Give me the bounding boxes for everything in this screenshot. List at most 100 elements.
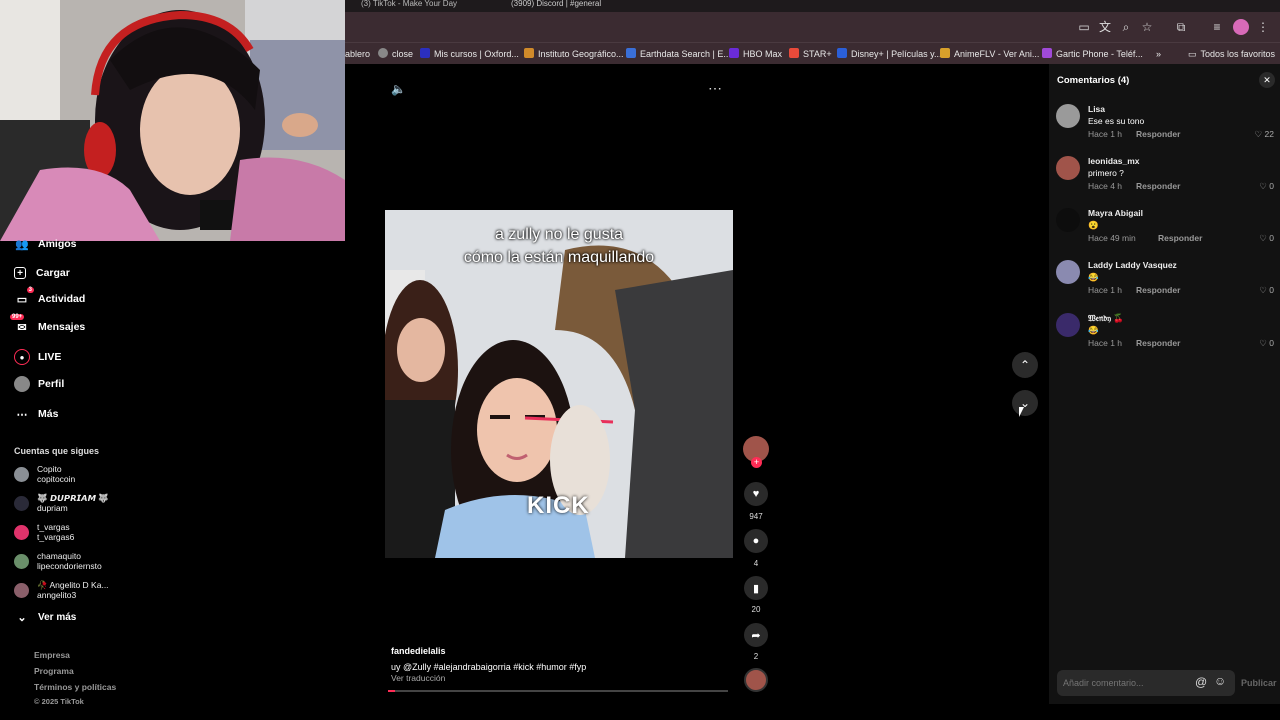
comment-like-button[interactable]: ♡ 0	[1259, 285, 1274, 296]
comment-user[interactable]: Mayra Abigail	[1088, 208, 1143, 218]
footer-link[interactable]: Programa	[34, 666, 74, 676]
avatar	[14, 553, 29, 569]
music-disc-icon[interactable]	[744, 668, 768, 692]
comment-like-button[interactable]: ♡ 22	[1255, 129, 1274, 140]
cast-icon[interactable]: ▭	[1076, 19, 1092, 35]
reply-button[interactable]: Responder	[1136, 285, 1180, 295]
avatar[interactable]	[1056, 260, 1080, 284]
sidebar-item-live[interactable]: ● LIVE	[14, 346, 61, 368]
comment-user[interactable]: Lisa	[1088, 104, 1105, 114]
previous-video-button[interactable]: ⌃	[1012, 352, 1038, 378]
footer-link[interactable]: Empresa	[34, 650, 70, 660]
notification-badge: 99+	[10, 314, 25, 320]
bookmark-item[interactable]: Gartic Phone - Teléf...	[1042, 46, 1143, 62]
video-author[interactable]: fandedielalis	[391, 646, 446, 656]
sidebar-item-friends[interactable]: 👥 Amigos	[14, 233, 76, 255]
see-more-button[interactable]: ⌄ Ver más	[14, 606, 76, 628]
browser-tab-tiktok[interactable]: (3) TikTok - Make Your Day	[355, 0, 495, 12]
webcam-overlay	[0, 0, 345, 241]
video-description[interactable]: uy @Zully #alejandrabaigorria #kick #hum…	[391, 662, 586, 672]
video-options-icon[interactable]: ⋯	[708, 80, 722, 97]
footer-link[interactable]: Términos y políticas	[34, 682, 116, 692]
video-progress-fill	[388, 690, 395, 692]
bookmark-star-icon[interactable]: ☆	[1139, 19, 1155, 35]
comment-like-button[interactable]: ♡ 0	[1259, 181, 1274, 192]
save-button[interactable]: ▮	[744, 576, 768, 600]
bookmark-item[interactable]: STAR+	[789, 46, 832, 62]
mention-icon[interactable]: @	[1195, 675, 1207, 689]
sidebar-item-messages[interactable]: ✉ 99+ Mensajes	[10, 314, 85, 338]
zoom-icon[interactable]: ⌕	[1118, 19, 1134, 35]
comment-time: Hace 4 h	[1088, 181, 1123, 191]
bookmarks-bar: ablero close Mis cursos | Oxford... Inst…	[345, 42, 1280, 64]
emoji-icon[interactable]: ☺	[1214, 674, 1226, 688]
extensions-icon[interactable]: ⧉	[1173, 19, 1189, 35]
comment-icon: ●	[752, 535, 760, 547]
avatar[interactable]	[1056, 104, 1080, 128]
bookmark-favicon-icon	[837, 48, 847, 58]
bookmark-favicon-icon	[524, 48, 534, 58]
bookmark-item[interactable]: HBO Max	[729, 46, 782, 62]
chevron-up-icon: ⌃	[1019, 358, 1031, 372]
comment-user[interactable]: 𝔚𝔢𝔫𝔡𝔶 🍒	[1088, 313, 1124, 324]
reply-button[interactable]: Responder	[1136, 181, 1180, 191]
translate-link[interactable]: Ver traducción	[391, 673, 445, 683]
share-button[interactable]: ➦	[744, 623, 768, 647]
publish-button[interactable]: Publicar	[1241, 678, 1277, 688]
browser-tab-discord[interactable]: (3909) Discord | #general	[505, 0, 645, 12]
profile-avatar-icon[interactable]	[1233, 19, 1249, 35]
video-caption-line: cómo la están maquillando	[463, 249, 655, 266]
follow-plus-icon[interactable]: +	[751, 457, 762, 468]
sidebar-item-more[interactable]: ⋯ Más	[14, 403, 59, 425]
comment-user[interactable]: Laddy Laddy Vasquez	[1088, 260, 1177, 270]
all-bookmarks-folder[interactable]: ▭ Todos los favoritos	[1188, 46, 1275, 62]
heart-outline-icon: ♡	[1259, 233, 1267, 243]
avatar[interactable]	[1056, 156, 1080, 180]
video-player[interactable]: a zully no le gusta cómo la están maquil…	[385, 210, 733, 558]
comment-input[interactable]	[1063, 675, 1189, 691]
comment-button[interactable]: ●	[744, 529, 768, 553]
comment-time: Hace 1 h	[1088, 338, 1123, 348]
avatar	[14, 466, 29, 482]
avatar[interactable]	[1056, 208, 1080, 232]
sidebar-item-upload[interactable]: + Cargar	[14, 262, 70, 284]
more-bookmarks-button[interactable]: »	[1156, 46, 1161, 62]
avatar[interactable]	[1056, 313, 1080, 337]
sidebar-item-profile[interactable]: Perfil	[14, 373, 64, 395]
reply-button[interactable]: Responder	[1158, 233, 1202, 243]
following-item[interactable]: Copito copitocoin	[14, 461, 75, 487]
browser-menu-icon[interactable]: ⋮	[1255, 19, 1271, 35]
bookmark-item[interactable]: ablero	[345, 46, 370, 62]
bookmark-item[interactable]: AnimeFLV - Ver Ani...	[940, 46, 1039, 62]
comment-like-button[interactable]: ♡ 0	[1259, 338, 1274, 349]
sidebar-item-activity[interactable]: ▭ 3 Actividad	[14, 287, 85, 310]
following-item[interactable]: t_vargas t_vargas6	[14, 519, 74, 545]
comment-text: 😂	[1088, 272, 1099, 282]
bookmark-item[interactable]: Mis cursos | Oxford...	[420, 46, 519, 62]
bookmark-item[interactable]: close	[378, 46, 413, 62]
next-video-button[interactable]: ⌄	[1012, 390, 1038, 416]
comment-text: 😮	[1088, 220, 1099, 230]
like-button[interactable]: ♥	[744, 482, 768, 506]
avatar	[14, 582, 29, 598]
translate-icon[interactable]: 文	[1097, 19, 1113, 35]
avatar	[14, 524, 29, 540]
video-progress-bar[interactable]	[388, 690, 728, 692]
volume-icon[interactable]: 🔈	[391, 82, 406, 96]
media-control-icon[interactable]: ≡	[1209, 19, 1225, 35]
save-count: 20	[751, 605, 761, 614]
avatar	[14, 495, 29, 511]
browser-tab-strip: (3) TikTok - Make Your Day (3909) Discor…	[345, 0, 1280, 12]
following-item[interactable]: 🥀 Angelito D Ka... anngelito3	[14, 577, 109, 603]
bookmark-item[interactable]: Instituto Geográfico...	[524, 46, 624, 62]
following-item[interactable]: chamaquito lipecondoriernsto	[14, 548, 102, 574]
mouse-cursor-icon	[1019, 407, 1024, 417]
close-icon[interactable]: ✕	[1259, 72, 1275, 88]
comment-like-button[interactable]: ♡ 0	[1259, 233, 1274, 244]
comment-user[interactable]: leonidas_mx	[1088, 156, 1140, 166]
bookmark-item[interactable]: Disney+ | Películas y...	[837, 46, 941, 62]
reply-button[interactable]: Responder	[1136, 338, 1180, 348]
following-item[interactable]: 🐺 𝘿𝙐𝙋𝙍𝙄𝘼𝙈 🐺 dupriam	[14, 490, 109, 516]
bookmark-item[interactable]: Earthdata Search | E...	[626, 46, 731, 62]
reply-button[interactable]: Responder	[1136, 129, 1180, 139]
